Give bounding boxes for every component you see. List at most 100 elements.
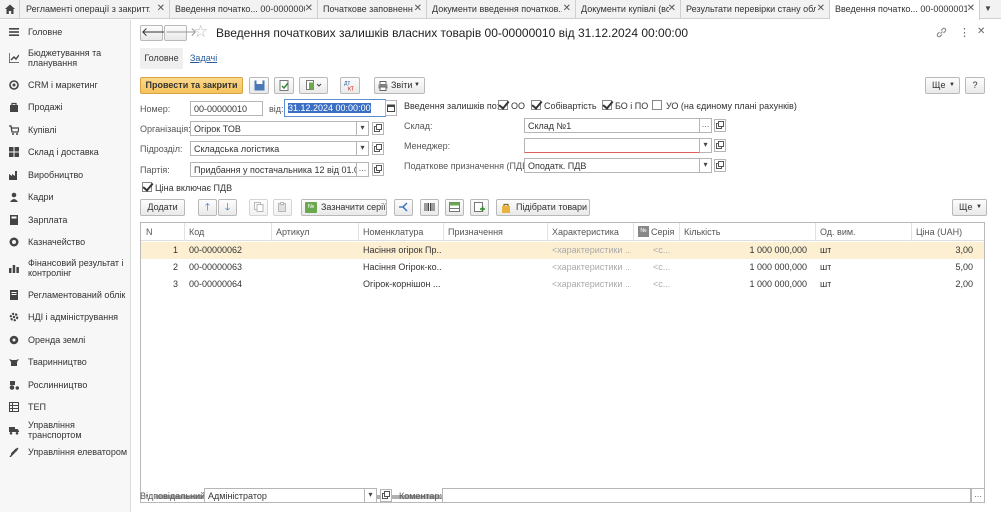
sidebar-item-purchases[interactable]: Купівлі [0, 123, 131, 137]
manager-dropdown[interactable]: ▾ [700, 138, 712, 153]
tab-item[interactable]: Документи купівлі (всі) ✕ [576, 0, 681, 19]
column-header-unit[interactable]: Од. вим. [820, 227, 856, 237]
fill-button[interactable] [445, 199, 464, 216]
department-field[interactable]: Складська логістика [190, 141, 357, 156]
more-button[interactable]: Ще ▼ [925, 77, 960, 94]
sidebar-item-warehouse[interactable]: Склад і доставка [0, 145, 131, 159]
column-header-nomenclature[interactable]: Номенклатура [363, 227, 423, 237]
warehouse-open-button[interactable] [714, 119, 726, 132]
help-button[interactable]: ? [965, 77, 985, 94]
sidebar-item-crm[interactable]: CRM і маркетинг [0, 78, 131, 92]
post-and-close-button[interactable]: Провести та закрити [140, 77, 243, 94]
reports-button[interactable]: Звіти ▼ [374, 77, 425, 94]
tax-purpose-open-button[interactable] [714, 159, 726, 172]
tab-item-active[interactable]: Введення початко... 00-00000010 ✕ [830, 0, 980, 20]
organization-dropdown[interactable]: ▾ [357, 121, 369, 136]
sidebar-item-budgeting[interactable]: Бюджетування та планування [0, 48, 131, 68]
cost-checkbox[interactable] [531, 100, 541, 110]
comment-field[interactable] [442, 488, 971, 503]
sidebar-item-livestock[interactable]: Тваринництво [0, 355, 131, 369]
vat-included-checkbox[interactable] [142, 182, 152, 192]
sidebar-item-hr[interactable]: Кадри [0, 190, 131, 204]
column-header-characteristic[interactable]: Характеристика [552, 227, 619, 237]
tab-item[interactable]: Введення початко... 00-00000009 ✕ [170, 0, 318, 19]
responsible-field[interactable]: Адміністратор [204, 488, 365, 503]
table-row[interactable]: 2 00-00000063 Насіння Огірок-ко... <хара… [141, 259, 984, 276]
table-row[interactable]: 1 00-00000062 Насіння огірок Пр... <хара… [141, 242, 984, 259]
close-icon[interactable]: ✕ [563, 3, 571, 14]
form-tab-main[interactable]: Головне [140, 48, 183, 69]
forward-button[interactable]: 🡒 [164, 25, 197, 41]
move-up-button[interactable]: 🡑 [198, 199, 217, 216]
sidebar-item-land-lease[interactable]: Оренда землі [0, 333, 131, 347]
sidebar-item-admin[interactable]: НДІ і адміністрування [0, 310, 131, 324]
tabs-menu-icon[interactable]: ▼ [984, 4, 992, 13]
column-header-price[interactable]: Ціна (UAH) [916, 227, 962, 237]
sidebar-item-elevator[interactable]: Управління елеватором [0, 445, 131, 459]
link-icon[interactable] [936, 27, 947, 41]
tax-purpose-field[interactable]: Оподатк. ПДВ [524, 158, 700, 173]
sidebar-item-sales[interactable]: Продажі [0, 100, 131, 114]
close-icon[interactable]: ✕ [817, 3, 825, 14]
tax-purpose-dropdown[interactable]: ▾ [700, 158, 712, 173]
column-header-series[interactable]: Серія [651, 227, 674, 237]
post-button[interactable] [274, 77, 294, 94]
organization-field[interactable]: Огірок ТОВ [190, 121, 357, 136]
oo-checkbox[interactable] [498, 100, 508, 110]
warehouse-field[interactable]: Склад №1 [524, 118, 700, 133]
responsible-open-button[interactable] [380, 489, 392, 502]
department-dropdown[interactable]: ▾ [357, 141, 369, 156]
tab-item[interactable]: Документи введення початков... ✕ [427, 0, 576, 19]
back-button[interactable]: 🡐 [140, 25, 173, 41]
close-icon[interactable]: ✕ [305, 3, 313, 14]
bo-checkbox[interactable] [602, 100, 612, 110]
sidebar-item-main[interactable]: Головне [0, 25, 131, 39]
paste-row-button[interactable] [273, 199, 292, 216]
sidebar-item-salary[interactable]: Зарплата [0, 213, 131, 227]
add-goods-button[interactable] [470, 199, 489, 216]
responsible-dropdown[interactable]: ▾ [365, 488, 377, 503]
batch-field[interactable]: Придбання у постачальника 12 від 01.01.2… [190, 162, 357, 177]
close-icon[interactable]: ✕ [668, 3, 676, 14]
column-header-purpose[interactable]: Призначення [448, 227, 503, 237]
dt-kt-button[interactable]: ДТ КТ [340, 77, 360, 94]
batch-open-button[interactable] [372, 163, 384, 176]
department-open-button[interactable] [372, 142, 384, 155]
warehouse-select-button[interactable]: … [700, 118, 712, 133]
sidebar-item-regulated[interactable]: Регламентований облік [0, 288, 131, 302]
close-icon[interactable]: ✕ [977, 26, 985, 37]
batch-select-button[interactable]: … [357, 162, 369, 177]
column-header-article[interactable]: Артикул [276, 227, 310, 237]
barcode-button[interactable] [420, 199, 439, 216]
tab-item[interactable]: Початкове заповнення ✕ [318, 0, 427, 19]
column-header-n[interactable]: N [146, 227, 153, 237]
sidebar-item-production[interactable]: Виробництво [0, 168, 131, 182]
pick-goods-button[interactable]: Підібрати товари [496, 199, 590, 216]
sidebar-item-crop[interactable]: Рослинництво [0, 378, 131, 392]
sidebar-item-tep[interactable]: ТЕП [0, 400, 131, 414]
sidebar-item-transport[interactable]: Управління транспортом [0, 420, 131, 440]
manager-field[interactable] [524, 138, 700, 153]
close-icon[interactable]: ✕ [967, 3, 975, 14]
sidebar-item-finance[interactable]: Фінансовий результат і контролінг [0, 258, 131, 278]
table-row[interactable]: 3 00-00000064 Огірок-корнішон ... <харак… [141, 276, 984, 293]
add-row-button[interactable]: Додати [140, 199, 185, 216]
column-header-code[interactable]: Код [189, 227, 204, 237]
sidebar-item-treasury[interactable]: Казначейство [0, 235, 131, 249]
star-icon[interactable]: ☆ [193, 22, 208, 42]
close-icon[interactable]: ✕ [157, 3, 165, 14]
mark-series-button[interactable]: № Зазначити серії [301, 199, 387, 216]
split-row-button[interactable] [394, 199, 413, 216]
save-button[interactable] [249, 77, 269, 94]
manager-open-button[interactable] [714, 139, 726, 152]
column-header-quantity[interactable]: Кількість [684, 227, 720, 237]
date-field[interactable]: 31.12.2024 00:00:00 [284, 99, 386, 117]
number-field[interactable]: 00-00000010 [190, 101, 263, 116]
uo-checkbox[interactable] [652, 100, 662, 110]
create-based-on-button[interactable] [299, 77, 328, 94]
organization-open-button[interactable] [372, 122, 384, 135]
move-down-button[interactable]: 🡓 [218, 199, 237, 216]
form-tab-tasks[interactable]: Задачі [190, 53, 217, 63]
calendar-button[interactable] [385, 100, 397, 116]
close-icon[interactable]: ✕ [414, 3, 422, 14]
